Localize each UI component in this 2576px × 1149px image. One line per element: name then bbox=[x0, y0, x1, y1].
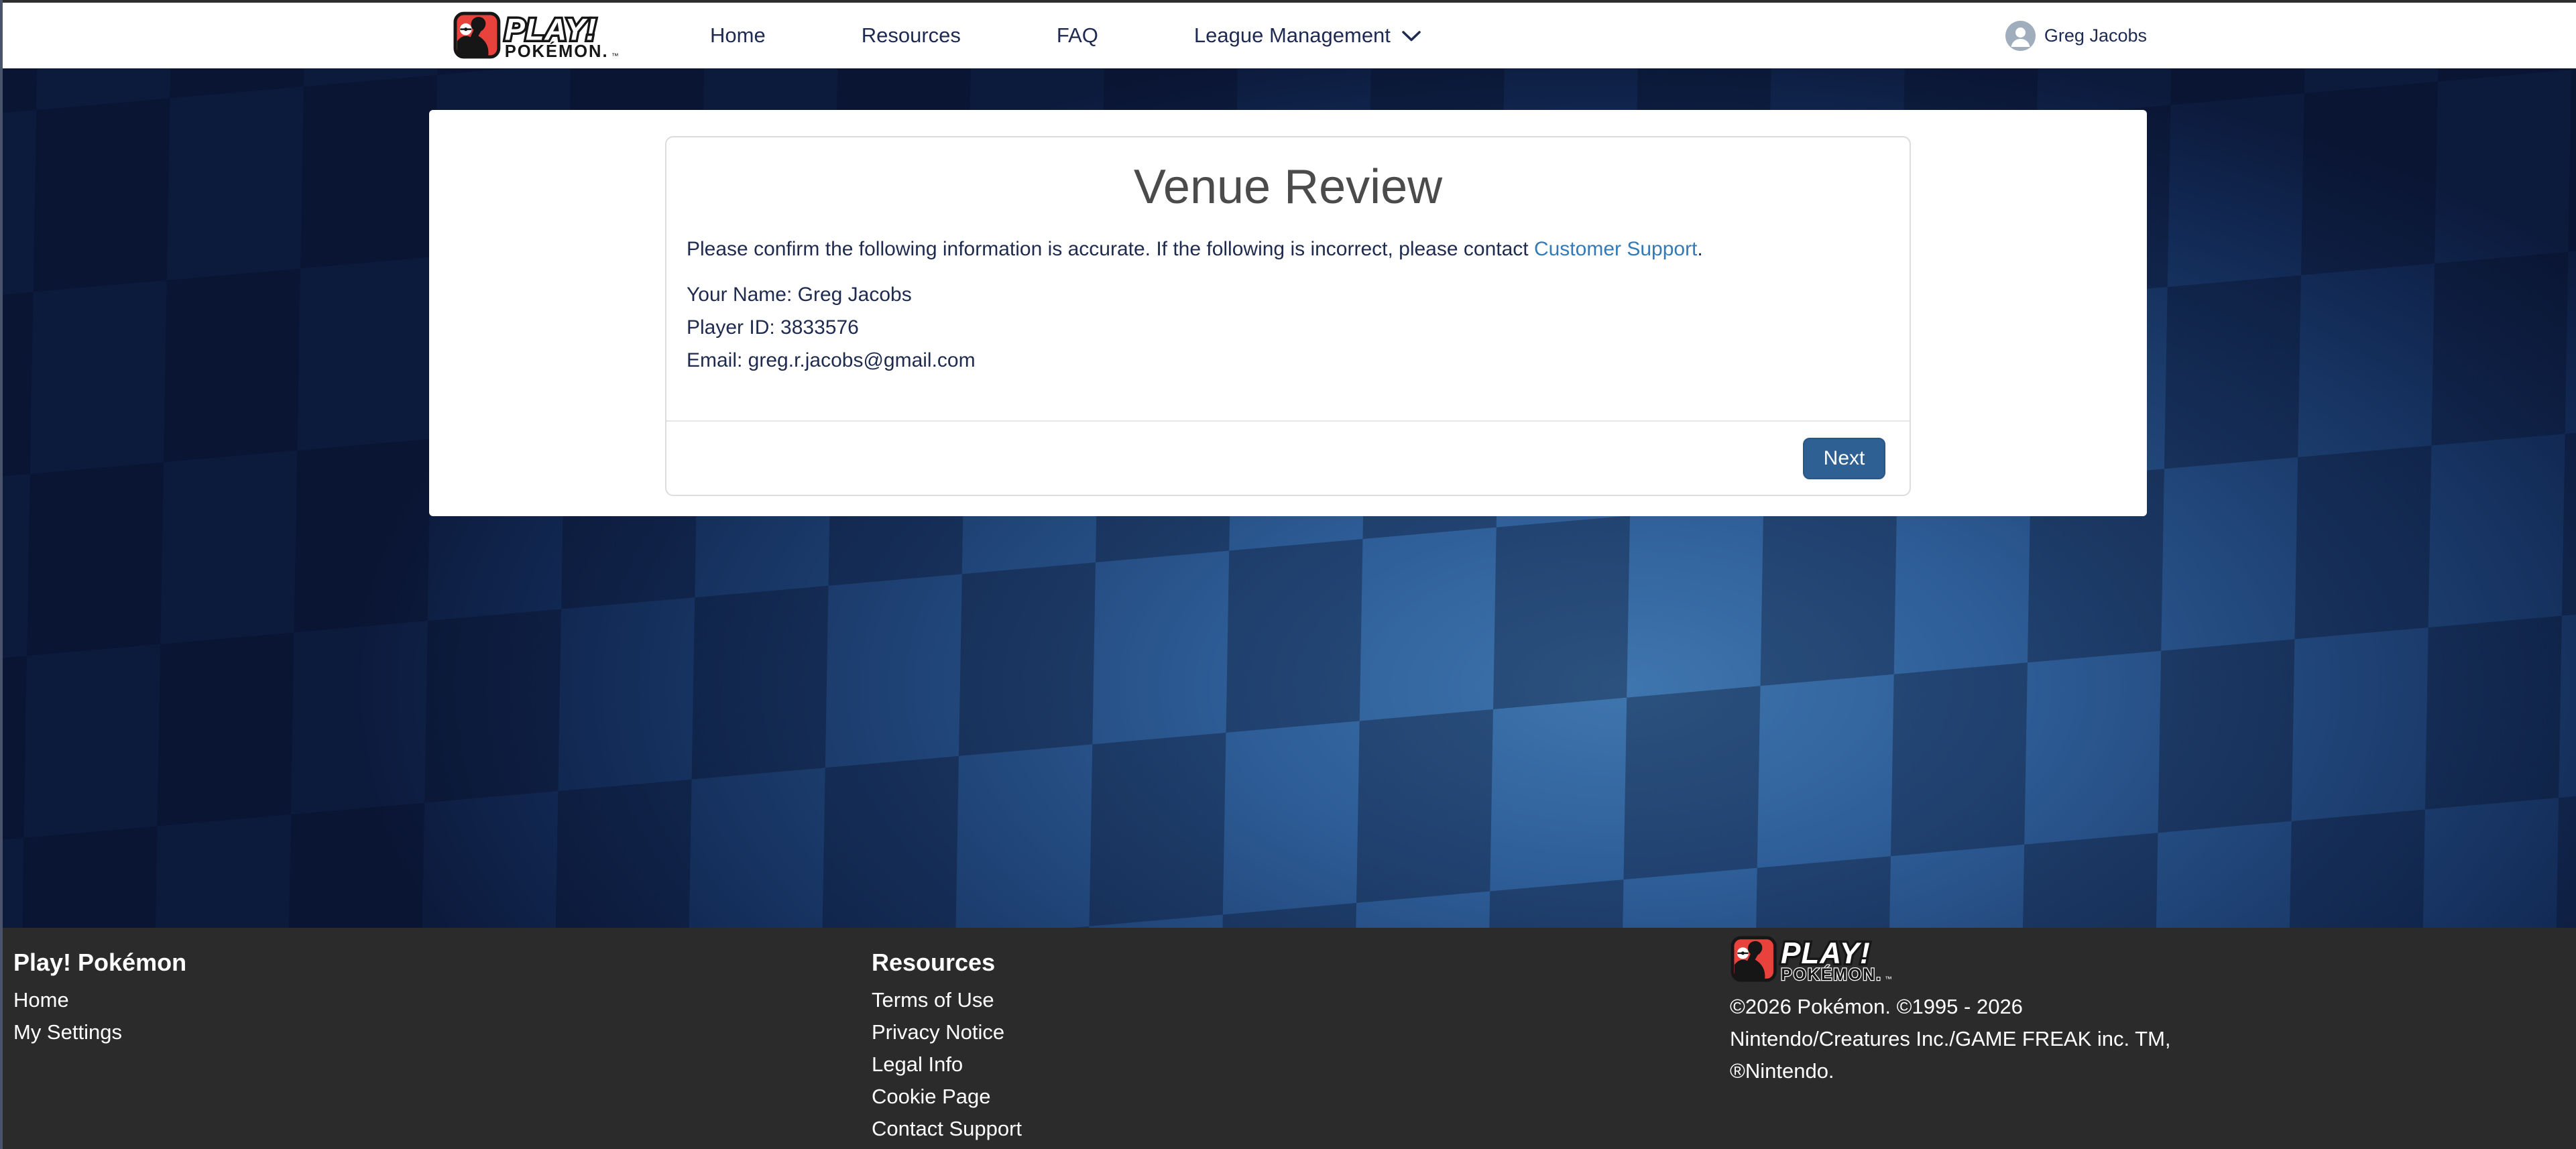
detail-email: Email: greg.r.jacobs@gmail.com bbox=[687, 344, 1889, 377]
copyright-line-3: ®Nintendo. bbox=[1730, 1055, 2171, 1087]
logo-play-text: PLAY! bbox=[505, 12, 597, 46]
play-pokemon-logo[interactable]: PLAY! POKÉMON. ™ bbox=[453, 11, 651, 60]
nav-home[interactable]: Home bbox=[710, 23, 766, 48]
page-footer: Play! Pokémon Home My Settings Resources… bbox=[0, 928, 2576, 1149]
player-details: Your Name: Greg Jacobs Player ID: 383357… bbox=[687, 278, 1889, 377]
footer-link-my-settings[interactable]: My Settings bbox=[13, 1016, 186, 1048]
content-card: Venue Review Please confirm the followin… bbox=[429, 110, 2147, 516]
nav-league-management-label: League Management bbox=[1194, 23, 1391, 48]
confirmation-text: Please confirm the following information… bbox=[687, 235, 1889, 263]
footer-heading-play-pokemon: Play! Pokémon bbox=[13, 948, 186, 977]
confirmation-text-before: Please confirm the following information… bbox=[687, 238, 1534, 260]
header-container: PLAY! POKÉMON. ™ Home Resources FAQ Leag… bbox=[429, 3, 2147, 68]
copyright-line-1: ©2026 Pokémon. ©1995 - 2026 bbox=[1730, 991, 2171, 1023]
user-avatar-icon bbox=[2005, 21, 2036, 51]
venue-review-panel: Venue Review Please confirm the followin… bbox=[665, 136, 1911, 496]
copyright-text: ©2026 Pokémon. ©1995 - 2026 Nintendo/Cre… bbox=[1730, 991, 2171, 1087]
detail-player-id: Player ID: 3833576 bbox=[687, 311, 1889, 344]
page-title: Venue Review bbox=[687, 162, 1889, 213]
footer-logo-pokemon-text: POKÉMON. bbox=[1781, 965, 1882, 983]
user-name: Greg Jacobs bbox=[2044, 25, 2147, 46]
window-top-edge bbox=[0, 0, 2576, 3]
footer-column-resources: Resources Terms of Use Privacy Notice Le… bbox=[872, 948, 1022, 1145]
top-navigation-bar: PLAY! POKÉMON. ™ Home Resources FAQ Leag… bbox=[0, 3, 2576, 68]
window-left-edge bbox=[0, 0, 3, 1149]
footer-link-home[interactable]: Home bbox=[13, 984, 186, 1016]
play-pokemon-logo-footer: PLAY! POKÉMON. ™ bbox=[1730, 936, 1924, 983]
page-root: PLAY! POKÉMON. ™ Home Resources FAQ Leag… bbox=[0, 0, 2576, 1149]
account-menu[interactable]: Greg Jacobs bbox=[2005, 21, 2147, 51]
footer-link-contact-support[interactable]: Contact Support bbox=[872, 1113, 1022, 1145]
footer-heading-resources: Resources bbox=[872, 948, 1022, 977]
footer-links-resources: Terms of Use Privacy Notice Legal Info C… bbox=[872, 984, 1022, 1145]
footer-link-privacy-notice[interactable]: Privacy Notice bbox=[872, 1016, 1022, 1048]
logo-pokemon-text: POKÉMON. bbox=[505, 42, 609, 60]
footer-links-play-pokemon: Home My Settings bbox=[13, 984, 186, 1048]
nav-resources[interactable]: Resources bbox=[862, 23, 961, 48]
footer-link-terms-of-use[interactable]: Terms of Use bbox=[872, 984, 1022, 1016]
footer-link-legal-info[interactable]: Legal Info bbox=[872, 1048, 1022, 1081]
confirmation-text-after: . bbox=[1697, 238, 1702, 260]
footer-column-legal: PLAY! POKÉMON. ™ ©2026 Pokémon. ©1995 - … bbox=[1730, 936, 2171, 1087]
main-nav: Home Resources FAQ League Management bbox=[710, 23, 1421, 48]
panel-footer: Next bbox=[666, 420, 1910, 495]
logo-trademark: ™ bbox=[611, 52, 619, 60]
copyright-line-2: Nintendo/Creatures Inc./GAME FREAK inc. … bbox=[1730, 1023, 2171, 1055]
nav-faq[interactable]: FAQ bbox=[1057, 23, 1098, 48]
nav-league-management[interactable]: League Management bbox=[1194, 23, 1421, 48]
customer-support-link[interactable]: Customer Support bbox=[1534, 238, 1697, 260]
detail-your-name: Your Name: Greg Jacobs bbox=[687, 278, 1889, 311]
next-button[interactable]: Next bbox=[1803, 438, 1885, 479]
footer-link-cookie-page[interactable]: Cookie Page bbox=[872, 1081, 1022, 1113]
play-pokemon-logo-image: PLAY! POKÉMON. ™ bbox=[453, 11, 651, 60]
footer-column-play-pokemon: Play! Pokémon Home My Settings bbox=[13, 948, 186, 1048]
footer-logo-trademark: ™ bbox=[1885, 975, 1892, 983]
chevron-down-icon bbox=[1401, 29, 1421, 42]
panel-body: Venue Review Please confirm the followin… bbox=[666, 137, 1910, 420]
